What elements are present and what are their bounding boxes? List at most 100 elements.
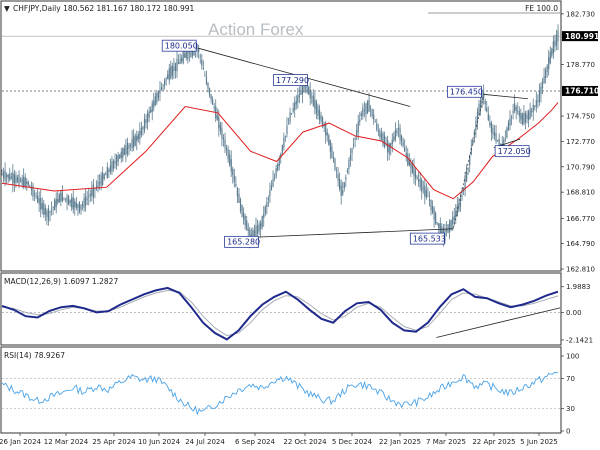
price-trendline bbox=[483, 93, 528, 100]
candle-body bbox=[241, 204, 243, 218]
candle-body bbox=[343, 182, 345, 189]
candle-body bbox=[431, 206, 434, 213]
annotation-label: 177.290 bbox=[276, 76, 309, 85]
candle-body bbox=[233, 175, 235, 182]
candle-body bbox=[312, 95, 314, 106]
candle-body bbox=[126, 142, 129, 155]
candle-body bbox=[210, 94, 212, 100]
candle-body bbox=[504, 138, 506, 140]
candle-body bbox=[24, 177, 26, 188]
fe-label: FE 100.0 bbox=[525, 4, 558, 13]
candle-body bbox=[146, 113, 149, 123]
x-tick-label: 22 Oct 2024 bbox=[283, 438, 327, 446]
candle-body bbox=[545, 70, 547, 78]
candle-body bbox=[205, 76, 208, 84]
candle-body bbox=[438, 223, 440, 229]
candle-body bbox=[509, 117, 511, 126]
annotation-label: 165.280 bbox=[227, 238, 260, 247]
candle-body bbox=[151, 103, 153, 112]
candle-body bbox=[102, 172, 104, 185]
candle-body bbox=[548, 57, 550, 70]
candle-body bbox=[368, 99, 370, 112]
candle-body bbox=[230, 159, 232, 172]
candle-body bbox=[346, 170, 348, 173]
candle-body bbox=[387, 140, 389, 153]
candle-body bbox=[86, 198, 88, 200]
annotation-label: 180.050 bbox=[165, 41, 198, 50]
candle-body bbox=[117, 155, 119, 162]
candle-body bbox=[116, 155, 118, 166]
symbol-line: CHFJPY,Daily 180.562 181.167 180.172 180… bbox=[13, 4, 195, 13]
candle-body bbox=[521, 113, 523, 124]
annotation-label: 176.450 bbox=[450, 88, 483, 97]
candle-body bbox=[348, 160, 350, 169]
candle-body bbox=[72, 197, 74, 210]
candle-body bbox=[301, 84, 304, 95]
candle-body bbox=[287, 123, 290, 125]
candle-body bbox=[139, 130, 141, 140]
candle-body bbox=[1, 174, 3, 176]
candle-body bbox=[487, 113, 489, 121]
candle-body bbox=[54, 200, 56, 211]
candle-body bbox=[246, 220, 248, 231]
candle-body bbox=[2, 171, 5, 179]
candle-body bbox=[6, 174, 8, 178]
candle-body bbox=[225, 148, 228, 151]
rsi-axis: 100 70 30 0 bbox=[2, 353, 579, 436]
candle-body bbox=[256, 225, 259, 234]
candle-body bbox=[103, 174, 105, 179]
candle-body bbox=[376, 122, 378, 130]
candle-body bbox=[111, 161, 113, 172]
candle-body bbox=[424, 185, 426, 197]
candle-body bbox=[370, 107, 372, 109]
candle-body bbox=[458, 204, 460, 211]
candle-body bbox=[140, 127, 142, 136]
price-tick-label: 182.730 bbox=[566, 10, 595, 18]
candle-body bbox=[391, 139, 393, 145]
last-price-label: 180.991 bbox=[565, 32, 599, 41]
x-tick-label: 24 Jul 2024 bbox=[185, 438, 225, 446]
candle-body bbox=[148, 111, 150, 118]
candle-body bbox=[410, 162, 412, 169]
candle-body bbox=[379, 130, 381, 138]
candle-body bbox=[179, 58, 181, 64]
candle-body bbox=[49, 211, 51, 213]
candle-body bbox=[371, 109, 373, 116]
candle-body bbox=[269, 190, 271, 197]
candle-body bbox=[380, 133, 383, 140]
candle-body bbox=[184, 53, 186, 58]
candle-body bbox=[10, 176, 12, 179]
candle-body bbox=[232, 168, 234, 176]
x-tick-label: 22 Jan 2025 bbox=[379, 438, 421, 446]
candle-body bbox=[450, 219, 452, 230]
collapse-triangle-icon[interactable]: ▼ bbox=[4, 4, 10, 13]
candle-body bbox=[479, 100, 482, 109]
candle-body bbox=[517, 110, 519, 112]
candle-body bbox=[374, 121, 376, 123]
candle-body bbox=[535, 100, 537, 107]
candle-body bbox=[531, 111, 533, 112]
candle-body bbox=[551, 48, 553, 56]
macd-tick-label: -2.1421 bbox=[566, 336, 593, 344]
candle-body bbox=[188, 52, 190, 54]
candle-body bbox=[452, 217, 454, 225]
candle-body bbox=[393, 136, 395, 141]
candle-body bbox=[546, 65, 548, 72]
candle-body bbox=[4, 170, 6, 181]
candle-body bbox=[524, 112, 527, 123]
candle-body bbox=[164, 80, 166, 85]
candle-body bbox=[418, 179, 420, 182]
candle-body bbox=[337, 174, 339, 181]
candle-body bbox=[407, 153, 409, 166]
rsi-tick-label: 30 bbox=[566, 405, 575, 413]
candle-body bbox=[105, 174, 107, 176]
candle-body bbox=[428, 199, 431, 201]
candle-body bbox=[128, 144, 130, 149]
candle-body bbox=[352, 144, 355, 146]
candle-body bbox=[342, 190, 344, 195]
candle-body bbox=[208, 88, 211, 95]
candle-body bbox=[263, 213, 265, 219]
candle-body bbox=[486, 107, 488, 112]
candle-body bbox=[281, 145, 283, 154]
x-tick-label: 26 Jan 2024 bbox=[0, 438, 42, 446]
